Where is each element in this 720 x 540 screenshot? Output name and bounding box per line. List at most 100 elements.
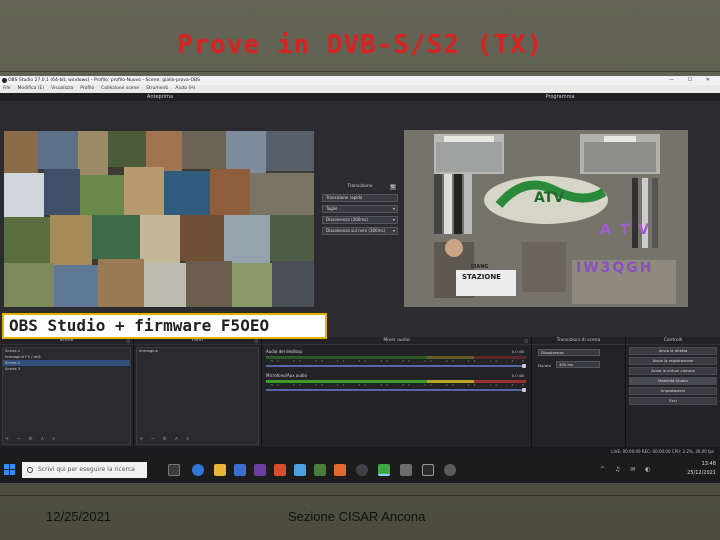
window-titlebar: OBS Studio 27.0.1 (64-bit, windows) - Pr… [0, 76, 720, 85]
obs-taskbar-icon[interactable] [422, 464, 434, 476]
settings-button[interactable]: Impostazioni [629, 387, 717, 395]
mixer-db-value: 0.0 dB [511, 373, 524, 378]
system-tray-icons[interactable]: ^ ♫ ✉ ◐ [600, 466, 654, 473]
app-icon[interactable] [294, 464, 306, 476]
clock-time: 13:48 [701, 461, 716, 467]
app-icon[interactable] [444, 464, 456, 476]
collage-photo [146, 131, 182, 171]
collage-photo [38, 131, 78, 169]
collage-photo [180, 215, 224, 261]
collage-photo [224, 215, 270, 263]
app-icon[interactable] [356, 464, 368, 476]
exit-button[interactable]: Esci [629, 397, 717, 405]
footer-divider [0, 495, 720, 496]
duration-input[interactable]: 300 ms [556, 361, 600, 368]
slide-title: Prove in DVB-S/S2 (TX) [176, 30, 544, 60]
taskbar-search-placeholder: Scrivi qui per eseguire la ricerca [38, 466, 135, 473]
transition-header: Transizione ⚙ [322, 183, 398, 191]
sources-dock: Fonti ◫ Immagine + − ⚙ ∧ ∨ [134, 337, 262, 457]
start-virtual-camera-button[interactable]: Avvia la virtual camera [629, 367, 717, 375]
program-header: Programma [545, 94, 575, 100]
controls-dock-header: Controlli [626, 337, 720, 345]
transition-cut[interactable]: Taglio ▾ [322, 205, 398, 213]
volume-slider[interactable] [266, 388, 526, 392]
menu-profile[interactable]: Profilo [80, 85, 94, 93]
scene-toolbar[interactable]: + − ⚙ ∧ ∨ [5, 436, 59, 442]
taskbar-search-input[interactable]: Scrivi qui per eseguire la ricerca [22, 462, 147, 478]
footer-date: 12/25/2021 [46, 509, 112, 524]
mixer-dock-title: Mixer audio [383, 338, 410, 343]
transition-fade[interactable]: Dissolvenza (300ms) ▾ [322, 216, 398, 224]
source-item[interactable]: Immagine [137, 348, 258, 354]
store-icon[interactable] [234, 464, 246, 476]
mixer-channel-mic: Microfono/Aux audio 0.0 dB -60 -55 -50 -4… [266, 373, 526, 392]
collage-photo [164, 171, 210, 215]
menu-view[interactable]: Visualizza [51, 85, 73, 93]
program-callsign-right: IW3QGH [576, 260, 654, 276]
file-explorer-icon[interactable] [214, 464, 226, 476]
collage-photo [266, 131, 314, 171]
collage-photo [140, 215, 180, 263]
obs-window: OBS Studio 27.0.1 (64-bit, windows) - Pr… [0, 76, 720, 457]
menu-file[interactable]: File [3, 85, 11, 93]
collage-photo [92, 215, 140, 259]
scene-item[interactable]: Scena 3 [3, 366, 130, 372]
collage-photo [272, 261, 314, 307]
menu-help[interactable]: Aiuto (H) [175, 85, 195, 93]
status-bar: LIVE: 00:00:00 REC: 00:00:00 CPU: 2.2%, … [0, 447, 720, 457]
menu-scene-collection[interactable]: Collezione scene [101, 85, 139, 93]
app-icon[interactable] [314, 464, 326, 476]
app-icon[interactable] [334, 464, 346, 476]
obs-logo-icon [2, 78, 7, 83]
collage-photo [270, 215, 314, 261]
collage-photo [78, 131, 108, 175]
app-icon[interactable] [254, 464, 266, 476]
program-canvas[interactable]: I3ANG STAZIONE ATV A T V IW3QGH [404, 130, 688, 307]
source-toolbar[interactable]: + − ⚙ ∧ ∨ [139, 436, 193, 442]
slide-callout: OBS Studio + firmware F5OEO [2, 313, 327, 339]
float-icon[interactable]: ◫ [524, 337, 528, 345]
collage-photo [4, 173, 44, 217]
windows-taskbar: Scrivi qui per eseguire la ricerca ^ ♫ ✉… [0, 457, 720, 483]
menu-bar: File Modifica (E) Visualizza Profilo Col… [0, 85, 720, 93]
transition-fade-black[interactable]: Dissolvenza sul nero (300ms) ▾ [322, 227, 398, 235]
slider-knob[interactable] [522, 364, 526, 368]
edge-browser-icon[interactable] [192, 464, 204, 476]
windows-start-icon[interactable] [4, 464, 16, 476]
slider-knob[interactable] [522, 388, 526, 392]
transition-header-label: Transizione [347, 184, 373, 189]
collage-photo [4, 131, 38, 173]
collage-photo [50, 215, 92, 265]
chevron-down-icon: ▾ [392, 228, 395, 233]
start-recording-button[interactable]: Avvia la registrazione [629, 357, 717, 365]
mixer-db-value: 0.0 dB [511, 349, 524, 354]
start-streaming-button[interactable]: Avvia la diretta [629, 347, 717, 355]
app-icon[interactable] [400, 464, 412, 476]
mixer-channel-name: Audio del desktop 0.0 dB [266, 349, 526, 355]
transition-panel: Transizione ⚙ Transizione rapida Taglio ▾… [322, 183, 398, 235]
scene-transitions-dock: Transizioni di scena Dissolvenza Durata … [532, 337, 626, 457]
audio-mixer-dock: Mixer audio ◫ Audio del desktop 0.0 dB -60… [262, 337, 532, 457]
task-view-icon[interactable] [168, 464, 180, 476]
collage-photo [4, 217, 50, 263]
volume-slider[interactable] [266, 364, 526, 368]
collage-photo [80, 175, 124, 215]
studio-mode-button[interactable]: Modalità Studio [629, 377, 717, 385]
collage-photo [226, 131, 266, 173]
transition-type-select[interactable]: Dissolvenza [538, 349, 600, 356]
transition-quick[interactable]: Transizione rapida [322, 194, 398, 202]
menu-edit[interactable]: Modifica (E) [18, 85, 45, 93]
menu-tools[interactable]: Strumenti [146, 85, 168, 93]
app-icon[interactable] [274, 464, 286, 476]
collage-photo [98, 259, 144, 307]
gear-icon[interactable]: ⚙ [390, 184, 396, 190]
collage-photo [182, 131, 226, 169]
collage-photo [250, 173, 314, 215]
preview-canvas[interactable] [4, 131, 314, 307]
app-icon[interactable] [378, 464, 390, 476]
collage-photo [54, 265, 98, 307]
scenes-dock: Scene ◫ Scena 1 Immagine F5 / relè Scena … [0, 337, 134, 457]
window-controls[interactable]: — ☐ ✕ [669, 76, 716, 85]
taskbar-clock[interactable]: 13:48 25/12/2021 [687, 460, 716, 478]
transitions-dock-header: Transizioni di scena [532, 337, 625, 345]
